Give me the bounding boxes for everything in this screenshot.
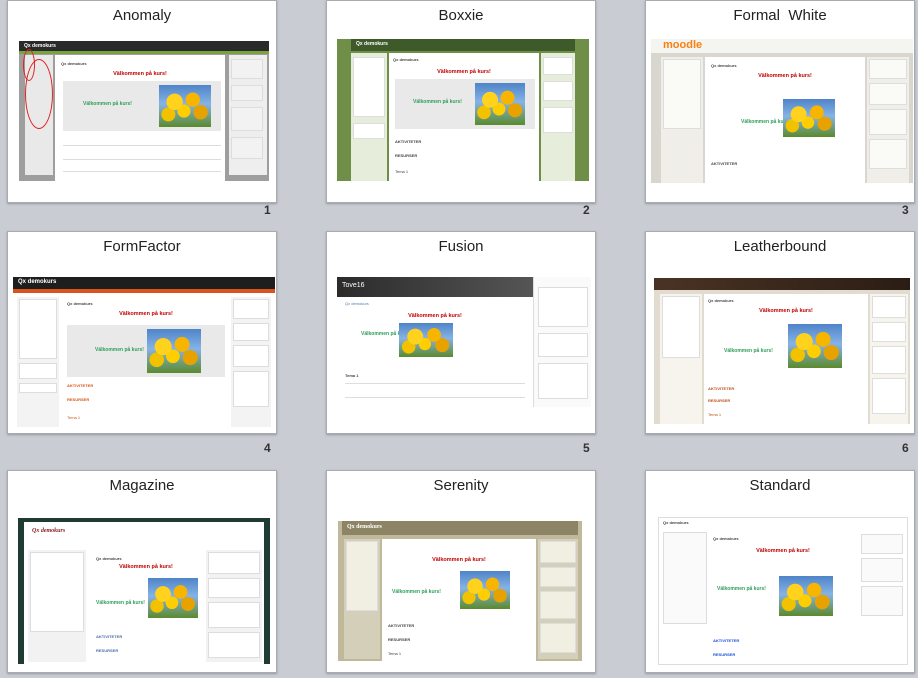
theme-screenshot: moodle Qx demokurs Välkommen på kurs! Vä… bbox=[651, 39, 913, 183]
slide-title: Boxxie bbox=[438, 7, 484, 24]
slide-formal-white[interactable]: Formal White moodle Qx demokurs Välkomme… bbox=[645, 0, 915, 203]
slide-title: Magazine bbox=[109, 477, 175, 494]
moodle-logo: moodle bbox=[663, 39, 703, 51]
slide-number-label: 1 bbox=[264, 203, 271, 217]
slide-number-label: 6 bbox=[902, 441, 909, 455]
tulip-image bbox=[783, 99, 835, 137]
theme-screenshot: Tove16 Qx demokurs Välkommen på kurs! Vä… bbox=[337, 277, 593, 407]
tulip-image bbox=[460, 571, 510, 609]
welcome-heading: Välkommen på kurs! bbox=[432, 557, 486, 563]
welcome-heading: Välkommen på kurs! bbox=[408, 313, 462, 319]
theme-screenshot: Qx demokurs Välkommen på kurs! Välkommen… bbox=[338, 521, 582, 661]
tulip-image bbox=[399, 323, 453, 357]
theme-screenshot: Qx demokurs Qx demokurs Välkommen på kur… bbox=[13, 277, 275, 429]
slide-title: Standard bbox=[749, 477, 811, 494]
theme-screenshot: Qx demokurs Qx demokurs Välkommen på kur… bbox=[18, 518, 270, 664]
slide-title: Anomaly bbox=[112, 7, 172, 24]
slide-anomaly[interactable]: Anomaly Qx demokurs Qx demokurs Välkomme… bbox=[7, 0, 277, 203]
slide-magazine[interactable]: Magazine Qx demokurs Qx demokurs Välkomm… bbox=[7, 470, 277, 673]
slide-title: FormFactor bbox=[103, 238, 181, 255]
tulip-image bbox=[779, 576, 833, 616]
tulip-image bbox=[148, 578, 198, 618]
site-header: Qx demokurs bbox=[342, 521, 578, 535]
slide-serenity[interactable]: Serenity Qx demokurs Välkommen på kurs! … bbox=[326, 470, 596, 673]
theme-screenshot: Qx demokurs Qx demokurs Välkommen på kur… bbox=[658, 517, 908, 665]
slide-number-label: 4 bbox=[264, 441, 271, 455]
welcome-heading: Välkommen på kurs! bbox=[113, 71, 167, 77]
slide-title: Fusion bbox=[438, 238, 484, 255]
tulip-image bbox=[475, 83, 525, 125]
site-header: Tove16 bbox=[337, 277, 533, 297]
slide-title: Leatherbound bbox=[733, 238, 827, 255]
site-header: Qx demokurs bbox=[19, 41, 269, 51]
slide-fusion[interactable]: Fusion Tove16 Qx demokurs Välkommen på k… bbox=[326, 231, 596, 434]
slide-number-label: 2 bbox=[583, 203, 590, 217]
welcome-heading: Välkommen på kurs! bbox=[119, 311, 173, 317]
welcome-heading: Välkommen på kurs! bbox=[119, 564, 173, 570]
slide-title: Formal White bbox=[733, 7, 827, 24]
slide-title: Serenity bbox=[433, 477, 489, 494]
theme-screenshot: Qx demokurs Qx demokurs Välkommen på kur… bbox=[337, 39, 589, 181]
slide-number-label: 5 bbox=[583, 441, 590, 455]
tulip-image bbox=[788, 324, 842, 368]
theme-screenshot: Qx demokurs Välkommen på kurs! Välkommen… bbox=[654, 278, 910, 424]
site-header: Qx demokurs bbox=[351, 39, 575, 51]
welcome-heading: Välkommen på kurs! bbox=[756, 548, 810, 554]
welcome-heading: Välkommen på kurs! bbox=[437, 69, 491, 75]
annotation-circle bbox=[25, 59, 53, 129]
slide-leatherbound[interactable]: Leatherbound Qx demokurs Välkommen på ku… bbox=[645, 231, 915, 434]
welcome-heading: Välkommen på kurs! bbox=[758, 73, 812, 79]
tulip-image bbox=[159, 85, 211, 127]
welcome-heading: Välkommen på kurs! bbox=[759, 308, 813, 314]
slide-number-label: 3 bbox=[902, 203, 909, 217]
tulip-image bbox=[147, 329, 201, 373]
site-header: Qx demokurs bbox=[13, 277, 275, 289]
slide-boxxie[interactable]: Boxxie Qx demokurs Qx demokurs Välkommen… bbox=[326, 0, 596, 203]
slide-formfactor[interactable]: FormFactor Qx demokurs Qx demokurs Välko… bbox=[7, 231, 277, 434]
theme-screenshot: Qx demokurs Qx demokurs Välkommen på kur… bbox=[19, 41, 269, 181]
slide-standard[interactable]: Standard Qx demokurs Qx demokurs Välkomm… bbox=[645, 470, 915, 673]
